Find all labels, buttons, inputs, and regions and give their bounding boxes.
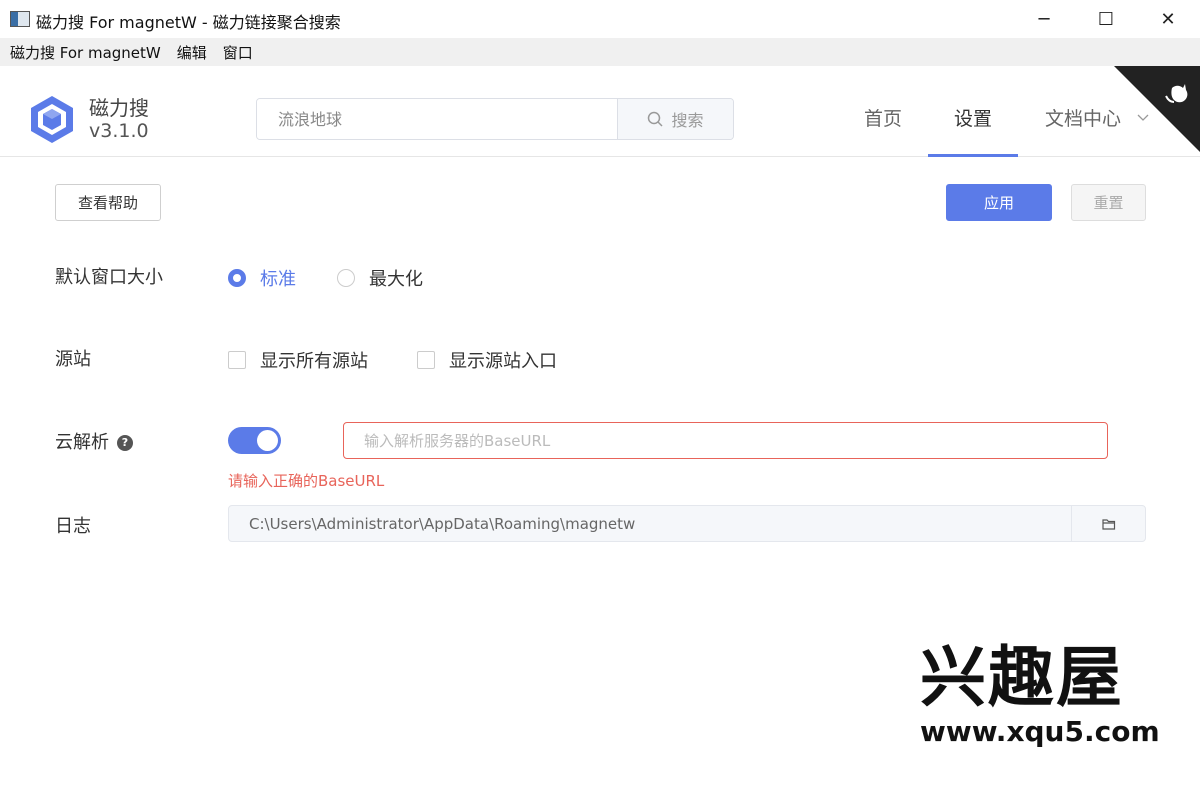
radio-maximize-label: 最大化 [369,269,423,290]
nav-home[interactable]: 首页 [864,104,902,131]
toggle-knob [257,430,278,451]
nav-active-indicator [928,154,1018,157]
nav-settings[interactable]: 设置 [954,104,992,131]
close-icon: ✕ [1160,8,1176,30]
log-label: 日志 [55,516,91,537]
base-url-error: 请输入正确的BaseURL [228,472,385,490]
search-bar: 搜索 [256,98,734,140]
minimize-icon: ─ [1038,8,1050,30]
watermark: 兴趣屋 www.xqu5.com [920,639,1160,750]
folder-icon [1101,518,1115,530]
checkbox-show-source-entry[interactable]: 显示源站入口 [417,347,557,373]
app-header: 磁力搜 v3.1.0 搜索 首页 设置 文档中心 [0,66,1200,157]
cloud-parse-label-text: 云解析 [55,432,109,453]
app-icon [10,11,30,27]
open-folder-button[interactable] [1071,506,1145,541]
base-url-input[interactable] [343,422,1108,459]
search-input[interactable] [257,99,617,139]
log-path-value: C:\Users\Administrator\AppData\Roaming\m… [249,514,636,533]
radio-standard-label: 标准 [260,269,296,290]
watermark-title: 兴趣屋 [920,639,1124,716]
menu-bar: 磁力搜 For magnetW 编辑 窗口 [0,38,1200,66]
log-path-field: C:\Users\Administrator\AppData\Roaming\m… [228,505,1146,542]
checkbox-box [417,351,435,369]
radio-standard[interactable]: 标准 [228,265,296,291]
menu-edit[interactable]: 编辑 [177,42,207,63]
minimize-button[interactable]: ─ [1013,0,1075,38]
menu-window[interactable]: 窗口 [223,42,253,63]
reset-button[interactable]: 重置 [1071,184,1146,221]
checkbox-show-entry-label: 显示源站入口 [449,351,557,372]
view-help-button[interactable]: 查看帮助 [55,184,161,221]
menu-app[interactable]: 磁力搜 For magnetW [10,42,161,63]
app-logo-icon[interactable] [28,94,76,144]
search-button[interactable]: 搜索 [617,99,733,139]
sources-label: 源站 [55,349,91,370]
checkbox-show-all-label: 显示所有源站 [260,351,368,372]
search-button-label: 搜索 [671,111,704,130]
maximize-icon: ☐ [1097,8,1115,30]
radio-dot-checked [228,269,246,287]
checkbox-show-all-sources[interactable]: 显示所有源站 [228,347,368,373]
maximize-button[interactable]: ☐ [1075,0,1137,38]
title-bar: 磁力搜 For magnetW - 磁力链接聚合搜索 ─ ☐ ✕ [0,0,1200,38]
watermark-url: www.xqu5.com [920,715,1160,748]
checkbox-box [228,351,246,369]
cloud-parse-toggle[interactable] [228,427,281,454]
question-icon[interactable]: ? [117,434,133,451]
radio-dot [337,269,355,287]
search-icon [648,111,664,127]
close-button[interactable]: ✕ [1137,0,1199,38]
radio-maximize[interactable]: 最大化 [337,265,423,291]
github-corner-icon[interactable] [1114,66,1200,152]
cloud-parse-label: 云解析? [55,428,133,454]
app-version: v3.1.0 [89,120,149,142]
window-title: 磁力搜 For magnetW - 磁力链接聚合搜索 [36,13,341,32]
nav-docs-label: 文档中心 [1045,108,1122,130]
apply-button[interactable]: 应用 [946,184,1052,221]
window-size-label: 默认窗口大小 [55,267,163,288]
brand-name: 磁力搜 [89,96,149,120]
